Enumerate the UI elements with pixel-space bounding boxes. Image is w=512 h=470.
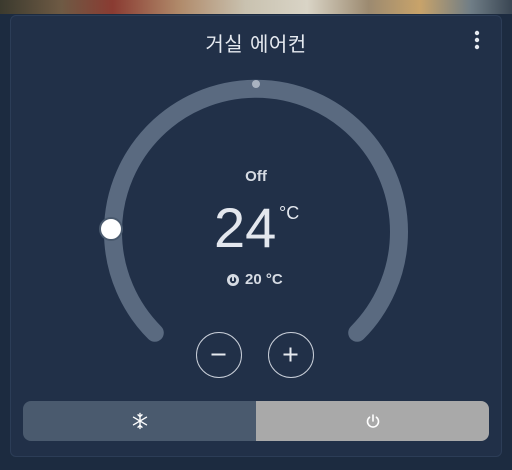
- dial-handle[interactable]: [99, 217, 123, 241]
- current-temperature: 20 °C: [226, 271, 283, 288]
- temperature-unit: °C: [279, 203, 300, 223]
- increase-temperature-button[interactable]: [268, 332, 314, 378]
- minus-icon: [211, 353, 226, 356]
- hvac-mode-label: Off: [245, 168, 267, 185]
- thermometer-icon: [227, 273, 239, 286]
- target-temperature: 24: [214, 196, 277, 259]
- dial-center-marker: [252, 80, 260, 88]
- mode-off-button[interactable]: [256, 401, 489, 441]
- mode-cool-button[interactable]: [23, 401, 256, 441]
- plus-icon: [283, 347, 298, 362]
- snowflake-icon: [132, 412, 147, 430]
- current-temperature-value: 20 °C: [245, 271, 283, 288]
- decrease-temperature-button[interactable]: [196, 332, 242, 378]
- power-icon: [366, 414, 379, 428]
- hvac-mode-bar: [23, 401, 489, 441]
